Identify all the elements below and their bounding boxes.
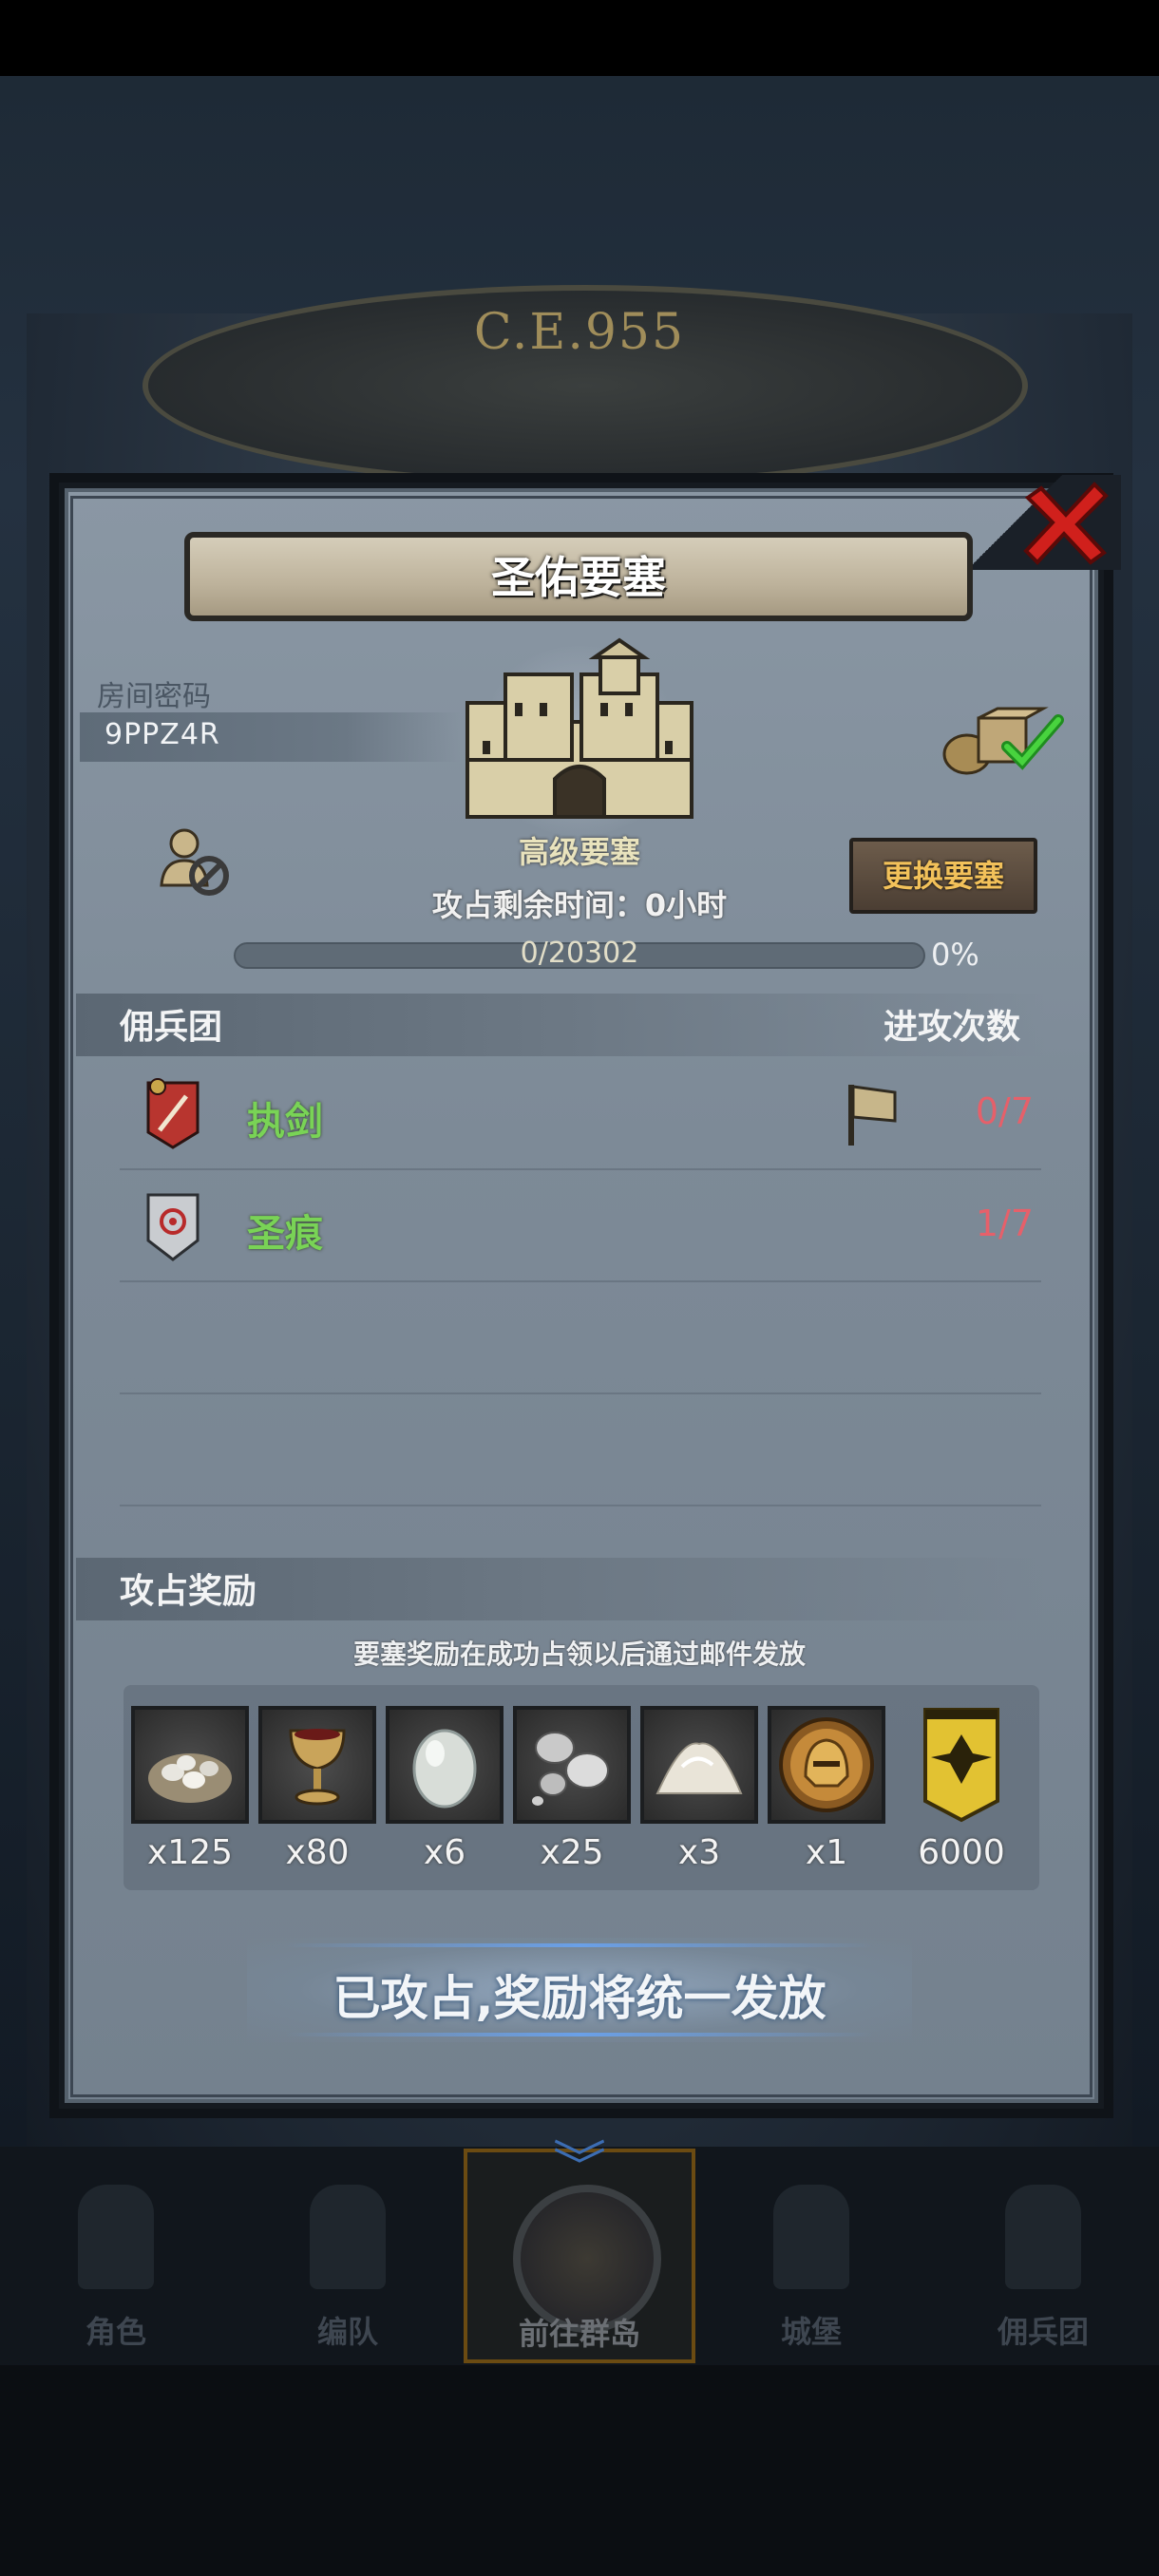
reward-item[interactable]: x125 (131, 1706, 249, 1872)
room-password-value[interactable]: 9PPZ4R (104, 718, 220, 751)
capture-status-text: 已攻占,奖励将统一发放 (332, 1971, 826, 2026)
reward-qty: x80 (285, 1833, 350, 1872)
moonstone-icon (412, 1729, 477, 1809)
close-icon (1023, 482, 1109, 565)
mercenary-row[interactable]: 圣痕 1/7 (120, 1168, 1041, 1282)
nav-label: 角色 (85, 2314, 146, 2350)
castle-nav-icon (773, 2185, 849, 2289)
supply-check-icon[interactable] (937, 703, 1070, 779)
attack-count: 0/7 (975, 1090, 1034, 1132)
close-button[interactable] (1015, 475, 1119, 570)
fortress-type: 高级要塞 (518, 834, 640, 870)
reward-item[interactable]: x3 (640, 1706, 758, 1872)
no-user-icon[interactable] (156, 823, 232, 899)
change-fortress-button[interactable]: 更换要塞 (849, 838, 1037, 914)
status-banner-line (285, 1943, 874, 1947)
white-shield-emblem-icon (146, 1193, 200, 1261)
reward-item[interactable]: x1 (768, 1706, 885, 1872)
mercenary-name: 执剑 (247, 1100, 323, 1144)
attack-count: 1/7 (975, 1203, 1034, 1244)
knight-icon (78, 2185, 154, 2289)
time-remaining: 攻占剩余时间：0小时 (431, 887, 728, 923)
reward-item[interactable]: x6 (386, 1706, 504, 1872)
empty-mercenary-slot (120, 1392, 1041, 1506)
reward-item[interactable]: x80 (258, 1706, 376, 1872)
nav-item-character[interactable]: 角色 (0, 2147, 232, 2365)
nav-label-active: 前往群岛 (518, 2316, 640, 2352)
silver-pearls-icon (532, 1732, 609, 1806)
reward-qty: x25 (540, 1833, 604, 1872)
nav-label: 佣兵团 (997, 2314, 1089, 2350)
red-sword-emblem-icon (146, 1078, 200, 1149)
reward-header-label: 攻占奖励 (120, 1572, 257, 1611)
nav-label: 编队 (316, 2314, 378, 2350)
nav-item-castle[interactable]: 城堡 (695, 2147, 927, 2365)
mercenary-nav-icon (1005, 2185, 1081, 2289)
era-text: C.E.955 (473, 304, 686, 361)
mercenary-name: 圣痕 (247, 1212, 323, 1256)
attack-count-header: 进攻次数 (884, 1008, 1021, 1047)
room-password-label: 房间密码 (97, 680, 211, 713)
flag-icon (848, 1085, 897, 1146)
nav-label: 城堡 (780, 2314, 842, 2350)
nav-item-formation[interactable]: 编队 (232, 2147, 464, 2365)
system-nav-area (0, 2365, 1159, 2576)
mercenary-row[interactable]: 执剑 0/7 (120, 1056, 1041, 1170)
salt-pile-icon (656, 1742, 743, 1794)
reward-qty: x6 (423, 1833, 466, 1872)
capture-progress-percent: 0% (931, 937, 979, 973)
chevron-down-icon: ︾ (553, 2136, 606, 2198)
reward-note: 要塞奖励在成功占领以后通过邮件发放 (352, 1638, 806, 1670)
reward-item[interactable]: 6000 (902, 1706, 1020, 1872)
empty-mercenary-slot (120, 1280, 1041, 1394)
dialog-title: 圣佑要塞 (491, 552, 666, 603)
silver-ore-pile-icon (148, 1753, 232, 1803)
mercenary-header-label: 佣兵团 (120, 1008, 223, 1047)
golden-helmet-icon (779, 1717, 874, 1812)
reward-qty: x3 (677, 1833, 721, 1872)
capture-progress-text: 0/20302 (520, 937, 639, 970)
status-banner-line (285, 2033, 874, 2036)
reward-qty: 6000 (918, 1833, 1005, 1872)
rank-insignia-icon (923, 1708, 999, 1823)
nav-item-mercenary[interactable]: 佣兵团 (927, 2147, 1159, 2365)
castle-icon (448, 636, 711, 826)
status-bar-area (0, 0, 1159, 76)
reward-qty: x125 (146, 1833, 234, 1872)
reward-item[interactable]: x25 (513, 1706, 631, 1872)
helmet-icon (310, 2185, 386, 2289)
reward-qty: x1 (805, 1833, 848, 1872)
goblet-icon (289, 1729, 346, 1806)
